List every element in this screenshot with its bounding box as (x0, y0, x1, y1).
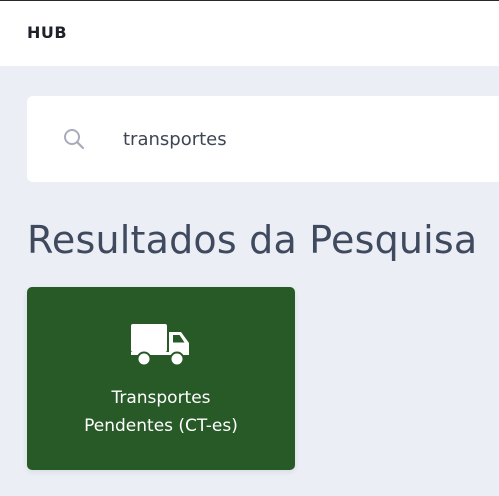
top-bar: HUB (0, 0, 499, 66)
result-card-label-line2: Pendentes (CT-es) (84, 416, 238, 436)
result-card-transportes-pendentes[interactable]: Transportes Pendentes (CT-es) (27, 287, 295, 470)
result-card-label-line1: Transportes (111, 388, 211, 408)
search-bar (27, 96, 499, 182)
search-icon[interactable] (62, 127, 86, 151)
brand-logo-text[interactable]: HUB (27, 23, 67, 42)
page-title: Resultados da Pesquisa (27, 218, 478, 262)
truck-icon (131, 324, 191, 367)
result-card-label: Transportes Pendentes (CT-es) (27, 384, 295, 440)
search-input[interactable] (123, 124, 493, 154)
